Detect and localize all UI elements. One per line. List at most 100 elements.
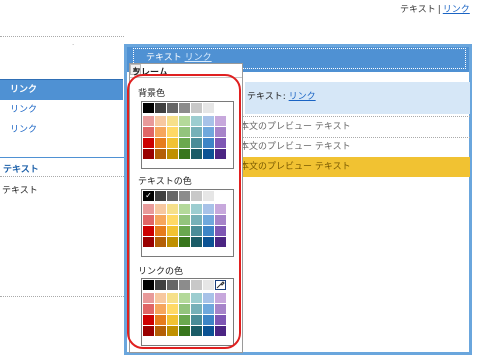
color-swatch[interactable] <box>203 237 214 247</box>
color-swatch[interactable] <box>143 103 154 113</box>
color-swatch[interactable] <box>203 315 214 325</box>
color-swatch[interactable] <box>167 293 178 303</box>
color-swatch[interactable] <box>179 326 190 336</box>
color-swatch[interactable] <box>143 127 154 137</box>
eyedropper-icon[interactable] <box>215 280 226 290</box>
color-swatch[interactable] <box>167 215 178 225</box>
color-swatch[interactable] <box>191 138 202 148</box>
color-swatch[interactable] <box>203 138 214 148</box>
color-swatch[interactable] <box>143 237 154 247</box>
color-swatch[interactable] <box>167 326 178 336</box>
color-swatch[interactable] <box>215 127 226 137</box>
color-swatch[interactable] <box>215 138 226 148</box>
color-swatch[interactable] <box>167 226 178 236</box>
color-swatch[interactable] <box>167 138 178 148</box>
color-swatch[interactable] <box>191 226 202 236</box>
color-swatch[interactable] <box>179 315 190 325</box>
color-swatch[interactable] <box>155 326 166 336</box>
nav-item-selected[interactable]: リンク <box>0 79 123 100</box>
color-swatch[interactable] <box>143 280 154 290</box>
color-swatch[interactable] <box>167 315 178 325</box>
color-swatch[interactable] <box>191 149 202 159</box>
color-swatch[interactable] <box>179 138 190 148</box>
color-swatch[interactable] <box>143 149 154 159</box>
color-swatch[interactable] <box>155 191 166 201</box>
color-swatch[interactable] <box>191 315 202 325</box>
color-swatch[interactable] <box>191 293 202 303</box>
color-swatch[interactable] <box>155 304 166 314</box>
color-swatch[interactable] <box>167 127 178 137</box>
color-swatch[interactable] <box>179 226 190 236</box>
color-swatch[interactable] <box>155 138 166 148</box>
color-swatch[interactable] <box>179 149 190 159</box>
color-swatch[interactable] <box>155 237 166 247</box>
color-swatch[interactable] <box>215 103 226 113</box>
color-swatch[interactable] <box>143 226 154 236</box>
color-swatch[interactable] <box>203 304 214 314</box>
color-swatch[interactable] <box>155 293 166 303</box>
color-swatch[interactable] <box>143 293 154 303</box>
color-swatch[interactable] <box>203 103 214 113</box>
top-link[interactable]: リンク <box>443 5 470 15</box>
color-swatch[interactable] <box>203 116 214 126</box>
color-swatch[interactable] <box>203 204 214 214</box>
color-swatch[interactable] <box>203 226 214 236</box>
color-swatch[interactable] <box>143 304 154 314</box>
color-swatch[interactable] <box>191 326 202 336</box>
color-swatch[interactable] <box>215 215 226 225</box>
color-swatch[interactable] <box>155 315 166 325</box>
color-swatch[interactable] <box>215 293 226 303</box>
color-swatch[interactable] <box>155 226 166 236</box>
color-swatch[interactable] <box>215 149 226 159</box>
color-swatch[interactable] <box>155 127 166 137</box>
color-swatch[interactable] <box>215 304 226 314</box>
color-swatch[interactable] <box>191 204 202 214</box>
color-swatch[interactable] <box>155 215 166 225</box>
color-swatch[interactable] <box>191 127 202 137</box>
color-swatch[interactable] <box>143 116 154 126</box>
color-swatch[interactable] <box>167 204 178 214</box>
color-swatch[interactable] <box>155 116 166 126</box>
color-swatch[interactable] <box>203 293 214 303</box>
color-swatch[interactable] <box>179 237 190 247</box>
color-swatch[interactable] <box>215 116 226 126</box>
color-swatch[interactable] <box>179 127 190 137</box>
color-swatch[interactable] <box>203 280 214 290</box>
color-swatch[interactable] <box>167 304 178 314</box>
color-swatch[interactable] <box>155 280 166 290</box>
color-swatch[interactable] <box>191 304 202 314</box>
color-swatch[interactable] <box>179 116 190 126</box>
color-swatch[interactable] <box>215 315 226 325</box>
color-swatch[interactable] <box>191 103 202 113</box>
color-swatch[interactable] <box>167 103 178 113</box>
color-swatch[interactable] <box>191 191 202 201</box>
color-swatch[interactable] <box>203 326 214 336</box>
color-swatch[interactable] <box>167 280 178 290</box>
color-swatch[interactable] <box>179 215 190 225</box>
color-swatch[interactable] <box>191 237 202 247</box>
color-swatch[interactable] <box>203 127 214 137</box>
color-swatch[interactable] <box>179 293 190 303</box>
color-swatch[interactable] <box>167 191 178 201</box>
frame-header-link[interactable]: リンク <box>185 53 212 63</box>
color-swatch[interactable] <box>167 149 178 159</box>
nav-item[interactable]: リンク <box>0 120 123 140</box>
color-swatch[interactable] <box>191 116 202 126</box>
color-swatch[interactable] <box>203 191 214 201</box>
color-swatch[interactable] <box>179 103 190 113</box>
color-swatch[interactable] <box>215 226 226 236</box>
color-swatch[interactable] <box>143 138 154 148</box>
nav-item[interactable]: リンク <box>0 100 123 120</box>
color-swatch[interactable] <box>179 191 190 201</box>
color-swatch[interactable] <box>167 237 178 247</box>
color-swatch[interactable] <box>155 204 166 214</box>
color-swatch[interactable] <box>143 326 154 336</box>
color-swatch[interactable] <box>191 215 202 225</box>
color-swatch[interactable] <box>203 215 214 225</box>
color-swatch[interactable] <box>143 204 154 214</box>
color-swatch[interactable] <box>203 149 214 159</box>
color-swatch[interactable] <box>155 103 166 113</box>
color-swatch[interactable] <box>167 116 178 126</box>
color-swatch[interactable] <box>215 191 226 201</box>
color-swatch-selected[interactable]: ✓ <box>143 191 154 201</box>
